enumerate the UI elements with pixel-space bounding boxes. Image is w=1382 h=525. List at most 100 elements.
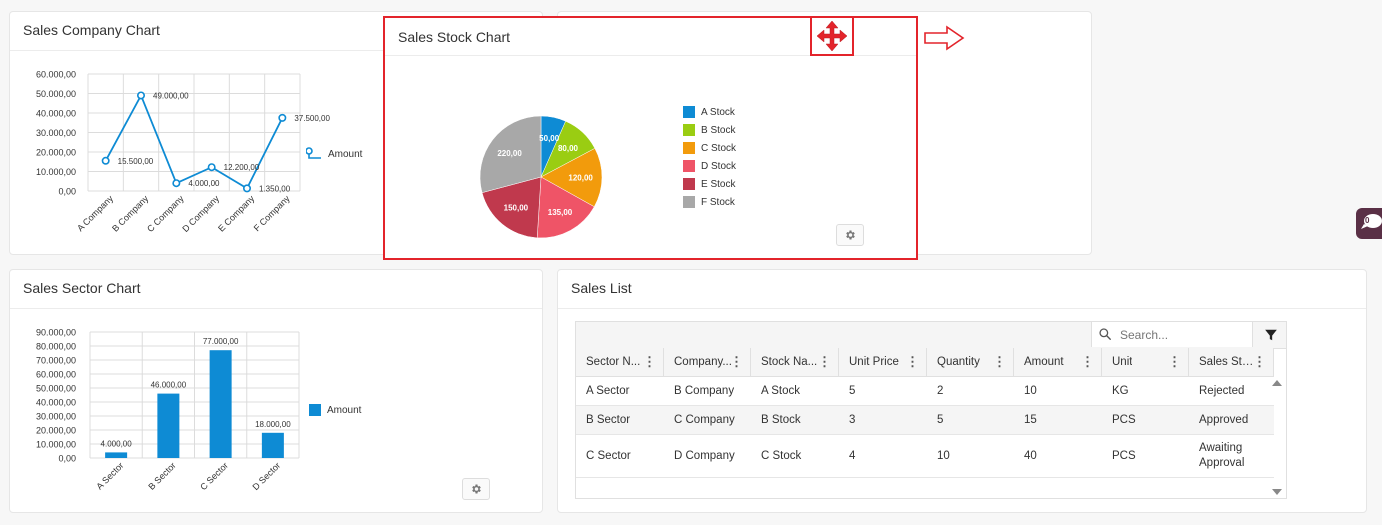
column-menu-icon[interactable]: ⋮ (730, 348, 743, 376)
table-cell: 10 (1024, 385, 1037, 397)
sector-legend-label: Amount (327, 404, 362, 416)
column-header[interactable]: Stock Na... ⋮ (751, 348, 839, 376)
scroll-up-arrow[interactable] (1272, 380, 1282, 386)
table-cell: Awaiting Approval (1199, 442, 1245, 469)
grid-search[interactable] (1091, 322, 1253, 347)
y-tick-label: 20.000,00 (36, 148, 76, 158)
table-cell: C Company (674, 414, 735, 426)
bar (105, 452, 128, 458)
column-header[interactable]: Company... ⋮ (664, 348, 751, 376)
company-legend[interactable]: Amount (306, 146, 362, 162)
legend-swatch (683, 160, 695, 172)
stock-settings-button[interactable] (836, 224, 864, 246)
x-tick-label: B Sector (146, 460, 177, 491)
slice-label: 50,00 (539, 134, 560, 143)
legend-item[interactable]: C Stock (683, 142, 736, 154)
y-tick-label: 40.000,00 (36, 398, 76, 408)
column-header-label: Company... (674, 356, 732, 368)
bar (261, 432, 284, 458)
filter-icon[interactable] (1264, 328, 1278, 342)
scroll-down-arrow[interactable] (1272, 489, 1282, 495)
chat-badge: 0 (1365, 216, 1370, 225)
table-cell: C Sector (586, 450, 631, 462)
column-menu-icon[interactable]: ⋮ (906, 348, 919, 376)
legend-label: A Stock (701, 106, 735, 118)
column-menu-icon[interactable]: ⋮ (1081, 348, 1094, 376)
column-menu-icon[interactable]: ⋮ (643, 348, 656, 376)
legend-item[interactable]: B Stock (683, 124, 735, 136)
gear-icon (472, 484, 481, 494)
drag-direction-arrow-icon (924, 25, 965, 51)
slice-label: 80,00 (558, 144, 579, 153)
table-cell: B Company (674, 385, 735, 397)
y-tick-label: 50.000,00 (36, 89, 76, 99)
bar (157, 393, 180, 458)
sector-legend[interactable]: Amount (309, 404, 361, 416)
legend-swatch (683, 106, 695, 118)
move-arrows-icon (816, 20, 848, 52)
data-point (207, 163, 216, 172)
slice-label: 120,00 (568, 173, 593, 182)
table-cell: C Stock (761, 450, 802, 462)
bar-label: 77.000,00 (203, 337, 239, 346)
company-legend-label: Amount (328, 148, 363, 160)
y-tick-label: 80.000,00 (36, 342, 76, 352)
column-menu-icon[interactable]: ⋮ (993, 348, 1006, 376)
table-cell: Rejected (1199, 385, 1245, 397)
column-header[interactable]: Sales Sta... ⋮ (1189, 348, 1274, 376)
data-point (243, 184, 252, 193)
table-row[interactable]: C Sector D Company C Stock 4 10 40 PCS Awaiting… (576, 435, 1274, 478)
column-menu-icon[interactable]: ⋮ (818, 348, 831, 376)
legend-label: F Stock (701, 196, 735, 208)
data-point (278, 113, 287, 122)
column-header-label: Unit (1112, 356, 1133, 368)
column-header-label: Sales Sta... (1199, 356, 1257, 368)
data-label: 37.500,00 (294, 114, 330, 123)
y-tick-label: 0,00 (58, 454, 76, 464)
line-legend-icon (306, 147, 321, 159)
bar-label: 18.000,00 (255, 420, 291, 429)
table-cell: 3 (849, 414, 856, 426)
legend-swatch (683, 124, 695, 136)
legend-item[interactable]: D Stock (683, 160, 736, 172)
sales-grid: Sector N...⋮Company...⋮Stock Na...⋮Unit … (575, 321, 1287, 499)
search-input[interactable] (1118, 326, 1252, 344)
grid-header-row: Sector N... ⋮ Company... ⋮ Stock Na... ⋮ Unit … (576, 348, 1274, 377)
x-tick-label: F Company (252, 193, 292, 233)
y-tick-label: 10.000,00 (36, 440, 76, 450)
y-tick-label: 40.000,00 (36, 109, 76, 119)
y-tick-label: 30.000,00 (36, 412, 76, 422)
column-menu-icon[interactable]: ⋮ (1168, 348, 1181, 376)
column-header[interactable]: Unit ⋮ (1102, 348, 1189, 376)
x-tick-label: A Sector (94, 460, 125, 491)
table-cell: 4 (849, 450, 856, 462)
table-row[interactable]: A Sector B Company A Stock 5 2 10 KG Rejected (576, 377, 1274, 406)
data-point (172, 179, 181, 188)
legend-swatch (683, 178, 695, 190)
table-row[interactable]: B Sector C Company B Stock 3 5 15 PCS Approved (576, 406, 1274, 435)
x-tick-label: C Sector (198, 460, 230, 492)
sector-settings-button[interactable] (462, 478, 490, 500)
column-menu-icon[interactable]: ⋮ (1253, 348, 1266, 376)
column-header[interactable]: Unit Price ⋮ (839, 348, 927, 376)
data-point (101, 156, 110, 165)
legend-item[interactable]: E Stock (683, 178, 735, 190)
table-cell: 15 (1024, 414, 1037, 426)
y-tick-label: 20.000,00 (36, 426, 76, 436)
y-tick-label: 70.000,00 (36, 356, 76, 366)
y-tick-label: 60.000,00 (36, 70, 76, 80)
chat-widget-button[interactable]: 0 (1356, 208, 1382, 239)
legend-item[interactable]: F Stock (683, 196, 735, 208)
column-header[interactable]: Quantity ⋮ (927, 348, 1014, 376)
legend-label: E Stock (701, 178, 736, 190)
table-cell: PCS (1112, 450, 1136, 462)
move-handle[interactable] (810, 16, 854, 56)
column-header[interactable]: Sector N... ⋮ (576, 348, 664, 376)
slice-label: 150,00 (504, 204, 529, 213)
column-header[interactable]: Amount ⋮ (1014, 348, 1102, 376)
legend-swatch (683, 196, 695, 208)
data-label: 4.000,00 (188, 179, 220, 188)
table-cell: 5 (937, 414, 944, 426)
legend-item[interactable]: A Stock (683, 106, 735, 118)
bar-label: 4.000,00 (101, 439, 133, 448)
